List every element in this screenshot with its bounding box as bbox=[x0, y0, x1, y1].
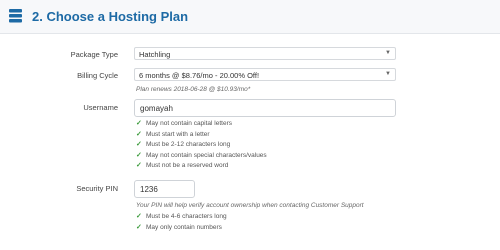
hosting-plan-panel: 2. Choose a Hosting Plan Package Type Ha… bbox=[0, 0, 500, 250]
list-item: ✓ May not contain capital letters bbox=[136, 119, 267, 130]
chevron-down-icon: ▼ bbox=[385, 71, 391, 77]
check-icon: ✓ bbox=[136, 162, 142, 169]
list-item: ✓ Must be 4-6 characters long bbox=[136, 212, 227, 223]
security-pin-input[interactable]: 1236 bbox=[134, 180, 195, 198]
list-item: ✓ Must start with a letter bbox=[136, 130, 267, 141]
package-type-value: Hatchling bbox=[139, 50, 171, 59]
plan-renewal-note: Plan renews 2018-06-28 @ $10.93/mo* bbox=[136, 86, 251, 93]
list-item: ✓ Must not be a reserved word bbox=[136, 161, 267, 172]
pin-help-note: Your PIN will help verify account owners… bbox=[136, 202, 364, 209]
username-input[interactable]: gomayah bbox=[134, 99, 396, 117]
pin-rules: ✓ Must be 4-6 characters long ✓ May only c… bbox=[136, 212, 227, 233]
package-type-select[interactable]: Hatchling ▼ bbox=[134, 47, 396, 60]
username-value: gomayah bbox=[140, 104, 173, 113]
billing-cycle-select[interactable]: 6 months @ $8.76/mo - 20.00% Off! ▼ bbox=[134, 68, 396, 81]
check-icon: ✓ bbox=[136, 120, 142, 127]
check-icon: ✓ bbox=[136, 213, 142, 220]
check-icon: ✓ bbox=[136, 223, 142, 231]
billing-cycle-value: 6 months @ $8.76/mo - 20.00% Off! bbox=[139, 71, 260, 80]
chevron-down-icon: ▼ bbox=[385, 50, 391, 56]
list-item: ✓ Must be 2-12 characters long bbox=[136, 140, 267, 151]
server-icon bbox=[9, 9, 22, 23]
security-pin-label: Security PIN bbox=[76, 184, 118, 193]
section-title: 2. Choose a Hosting Plan bbox=[32, 9, 189, 24]
package-type-label: Package Type bbox=[70, 50, 118, 59]
section-header: 2. Choose a Hosting Plan bbox=[0, 0, 500, 34]
security-pin-value: 1236 bbox=[140, 185, 158, 194]
list-item: ✓ May not contain special characters/valu… bbox=[136, 151, 267, 162]
check-icon: ✓ bbox=[136, 141, 142, 148]
username-rules: ✓ May not contain capital letters ✓ Must s… bbox=[136, 119, 267, 172]
check-icon: ✓ bbox=[136, 130, 142, 138]
billing-cycle-label: Billing Cycle bbox=[77, 71, 118, 80]
check-icon: ✓ bbox=[136, 151, 142, 159]
list-item: ✓ May only contain numbers bbox=[136, 223, 227, 234]
username-label: Username bbox=[83, 103, 118, 112]
